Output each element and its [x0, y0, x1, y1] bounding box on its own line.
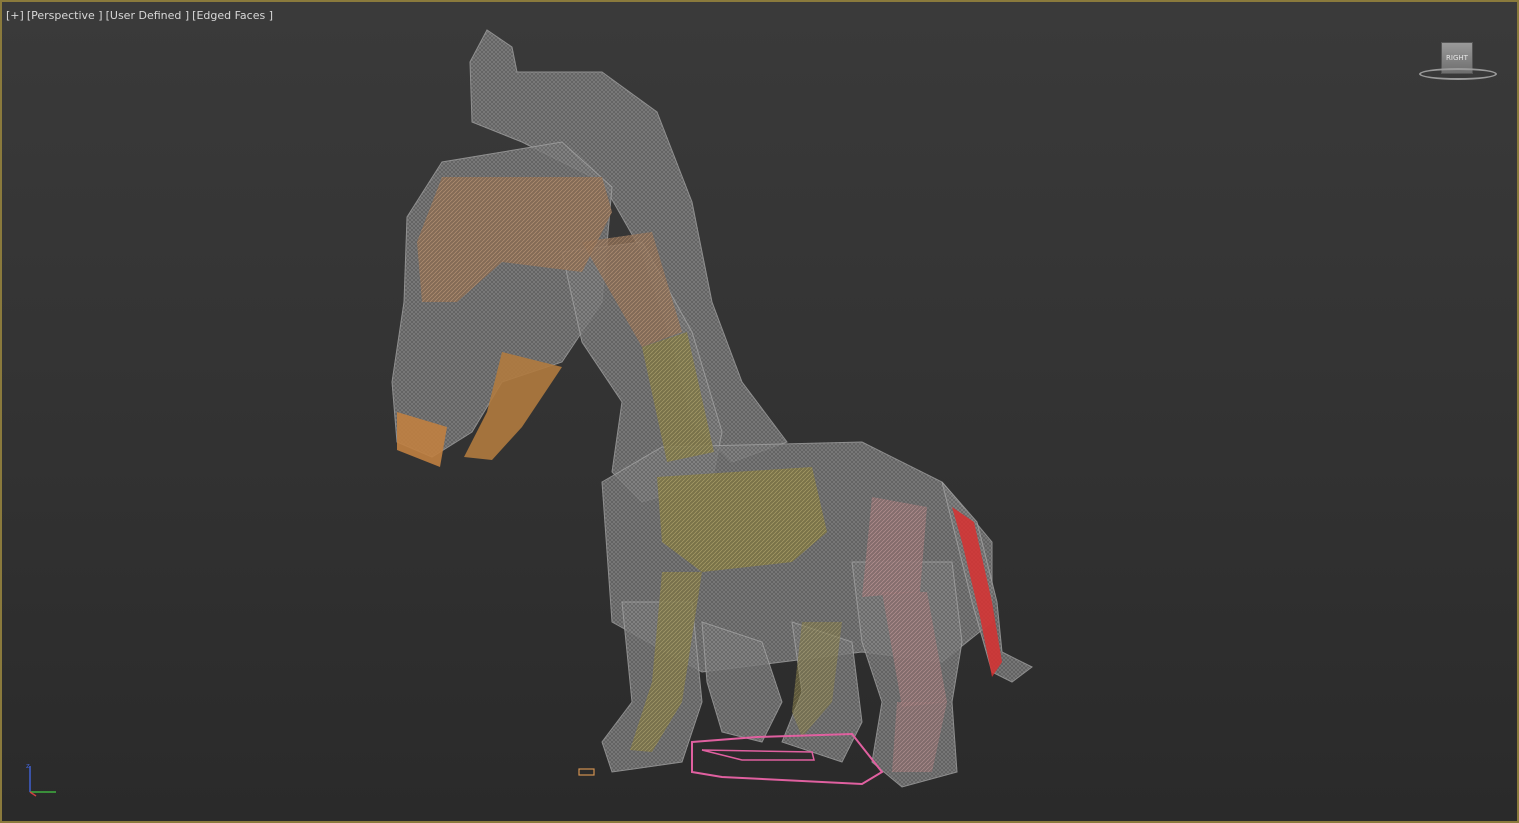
bone-pelvis — [862, 497, 927, 597]
viewcube-compass-ring[interactable] — [1419, 68, 1497, 80]
ik-target-small — [578, 768, 595, 776]
scene-canvas[interactable] — [2, 2, 1517, 821]
ik-target-front-inner — [701, 749, 815, 761]
axis-tripod-icon: z — [26, 762, 56, 797]
viewcube[interactable]: RIGHT — [1415, 40, 1499, 84]
z-axis-label: z — [26, 762, 30, 770]
perspective-viewport[interactable]: [+] [Perspective ] [User Defined ] [Edge… — [0, 0, 1519, 823]
